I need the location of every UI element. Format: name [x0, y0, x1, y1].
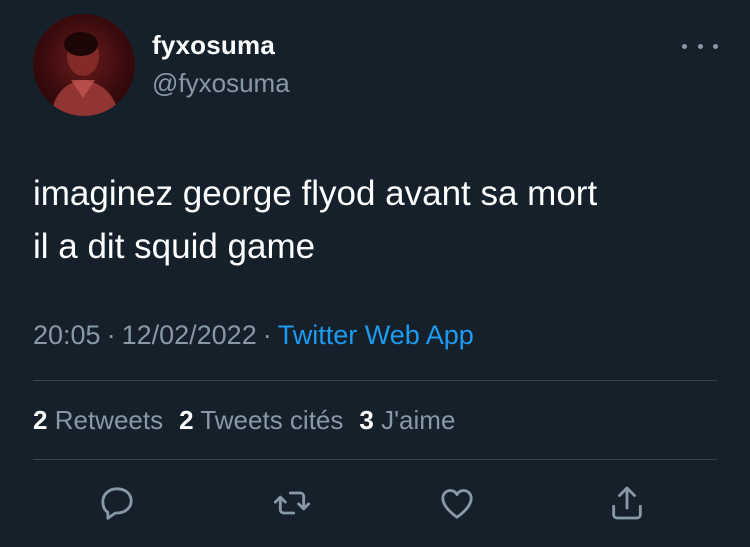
tweet-stats: 2 Retweets 2 Tweets cités 3 J'aime	[33, 405, 471, 436]
retweet-icon	[273, 491, 311, 515]
tweet-source-link[interactable]: Twitter Web App	[278, 320, 474, 350]
tweet-meta: 20:05 · 12/02/2022 · Twitter Web App	[33, 320, 474, 351]
share-icon	[612, 486, 642, 520]
likes-count: 3	[359, 405, 374, 435]
user-handle[interactable]: @fyxosuma	[152, 68, 290, 99]
more-options-icon[interactable]	[680, 35, 720, 57]
tweet-text-line: il a dit squid game	[33, 227, 316, 266]
heart-icon	[441, 489, 473, 519]
reply-button[interactable]	[94, 480, 140, 526]
retweets-label: Retweets	[54, 405, 164, 435]
like-button[interactable]	[434, 480, 480, 526]
tweet-date[interactable]: 12/02/2022	[122, 320, 257, 350]
meta-separator: ·	[262, 320, 272, 350]
avatar[interactable]	[33, 14, 135, 116]
likes-stat[interactable]: 3 J'aime	[359, 405, 455, 435]
retweet-button[interactable]	[269, 480, 315, 526]
quotes-count: 2	[179, 405, 194, 435]
tweet-text: imaginez george flyod avant sa mort il a…	[33, 167, 723, 273]
tweet-time[interactable]: 20:05	[33, 320, 101, 350]
tweet-text-line: imaginez george flyod avant sa mort	[33, 174, 598, 213]
quotes-label: Tweets cités	[200, 405, 344, 435]
retweets-stat[interactable]: 2 Retweets	[33, 405, 163, 435]
meta-separator: ·	[106, 320, 116, 350]
divider	[33, 459, 717, 460]
divider	[33, 380, 717, 381]
display-name[interactable]: fyxosuma	[152, 30, 275, 61]
quote-tweets-stat[interactable]: 2 Tweets cités	[179, 405, 343, 435]
share-button[interactable]	[604, 480, 650, 526]
reply-icon	[101, 487, 133, 520]
likes-label: J'aime	[381, 405, 456, 435]
retweets-count: 2	[33, 405, 48, 435]
